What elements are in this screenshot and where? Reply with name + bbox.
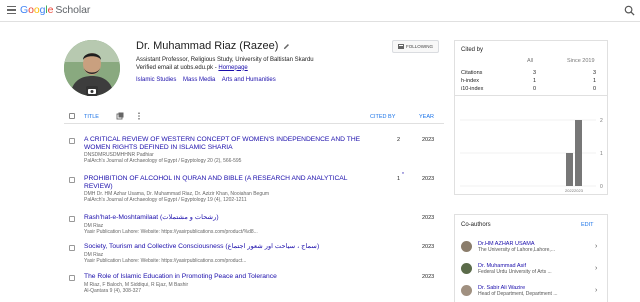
article-venue: Yasir Publication Lahore: Website: https… xyxy=(84,258,247,264)
article-title[interactable]: The Role of Islamic Education in Promoti… xyxy=(84,273,374,281)
profile-header: Dr. Muhammad Riaz (Razee) Assistant Prof… xyxy=(64,40,444,100)
sort-by-year[interactable]: YEAR xyxy=(419,114,434,120)
article-title[interactable]: Rash'hat-e-Moshtamilaat (رشحات و مشتملات… xyxy=(84,214,374,222)
merged-citation-star: * xyxy=(402,172,404,178)
coauthors-edit-button[interactable]: EDIT xyxy=(581,222,594,228)
col-all: All xyxy=(527,58,534,64)
articles-table-header: TITLE CITED BY YEAR xyxy=(64,110,444,124)
coauthor-avatar xyxy=(461,241,472,252)
cited-by-title: Cited by xyxy=(461,47,484,53)
coauthor-item[interactable]: Dr. Sabir Ali Wazire Head of Department,… xyxy=(461,285,603,299)
i10-index-all: 0 xyxy=(533,86,537,92)
select-all-checkbox[interactable] xyxy=(69,113,75,119)
article-year: 2023 xyxy=(422,244,435,250)
table-row: Rash'hat-e-Moshtamilaat (رشحات و مشتملات… xyxy=(64,214,444,236)
article-year: 2023 xyxy=(422,137,435,143)
interest-mass-media[interactable]: Mass Media xyxy=(183,77,215,83)
citations-chart: 2102022 2023 xyxy=(460,118,603,193)
cited-count[interactable]: 2 xyxy=(397,137,400,143)
article-title[interactable]: PROHIBITION OF ALCOHOL IN QURAN AND BIBL… xyxy=(84,175,374,190)
table-row: PROHIBITION OF ALCOHOL IN QURAN AND BIBL… xyxy=(64,172,444,209)
col-since: Since 2019 xyxy=(567,58,595,64)
coauthor-affiliation: Head of Department, Department ... xyxy=(478,291,558,297)
edit-pencil-icon[interactable] xyxy=(283,43,290,50)
coauthor-affiliation: Federal Urdu University of Arts ... xyxy=(478,269,552,275)
chevron-right-icon[interactable]: › xyxy=(595,265,597,272)
top-bar: Google Scholar xyxy=(0,0,640,22)
row-checkbox[interactable] xyxy=(69,275,75,281)
y-tick-label: 1 xyxy=(600,151,603,157)
article-venue: PalArch's Journal of Archaeology of Egyp… xyxy=(84,158,242,164)
sort-by-title[interactable]: TITLE xyxy=(84,114,99,120)
row-checkbox[interactable] xyxy=(69,177,75,183)
coauthors-title: Co-authors xyxy=(461,222,491,228)
sort-by-cited[interactable]: CITED BY xyxy=(370,114,395,120)
article-venue: Al-Qantara 9 (4), 308-327 xyxy=(84,288,141,294)
h-index-since: 1 xyxy=(593,78,597,84)
following-button[interactable]: FOLLOWING xyxy=(392,40,439,53)
profile-name: Dr. Muhammad Riaz (Razee) xyxy=(136,40,279,52)
h-index-all: 1 xyxy=(533,78,537,84)
y-tick-label: 2 xyxy=(600,118,603,124)
coauthors-panel: Co-authors EDIT Dr.HM AZHAR USAMA The Un… xyxy=(454,214,608,302)
row-checkbox[interactable] xyxy=(69,216,75,222)
article-year: 2023 xyxy=(422,274,435,280)
homepage-link[interactable]: Homepage xyxy=(218,65,247,71)
more-vert-icon[interactable] xyxy=(136,112,142,120)
chevron-right-icon[interactable]: › xyxy=(595,243,597,250)
profile-affiliation: Assistant Professor, Religious Study, Un… xyxy=(136,57,314,71)
citations-label[interactable]: Citations xyxy=(461,70,482,76)
article-title[interactable]: A CRITICAL REVIEW OF WESTERN CONCEPT OF … xyxy=(84,136,374,151)
menu-icon[interactable] xyxy=(7,6,16,15)
cited-count[interactable]: 1 xyxy=(397,176,400,182)
coauthor-affiliation: The University of Lahore,Lahore,... xyxy=(478,247,555,253)
google-scholar-logo[interactable]: Google Scholar xyxy=(20,4,90,16)
camera-icon[interactable] xyxy=(86,86,98,96)
article-venue: PalArch's Journal of Archaeology of Egyp… xyxy=(84,197,247,203)
follow-icon xyxy=(397,44,404,49)
table-row: A CRITICAL REVIEW OF WESTERN CONCEPT OF … xyxy=(64,136,444,170)
h-index-label[interactable]: h-index xyxy=(461,78,479,84)
table-row: The Role of Islamic Education in Promoti… xyxy=(64,273,444,299)
table-row: Society, Tourism and Collective Consciou… xyxy=(64,243,444,265)
coauthor-avatar xyxy=(461,285,472,296)
article-title[interactable]: Society, Tourism and Collective Consciou… xyxy=(84,243,374,251)
x-tick-label: 2023 xyxy=(574,188,584,193)
row-checkbox[interactable] xyxy=(69,245,75,251)
row-checkbox[interactable] xyxy=(69,138,75,144)
coauthor-avatar xyxy=(461,263,472,274)
interest-islamic-studies[interactable]: Islamic Studies xyxy=(136,77,176,83)
citation-bar-2022[interactable] xyxy=(566,153,573,186)
article-year: 2023 xyxy=(422,176,435,182)
article-venue: Yasir Publication Lahore: Website: https… xyxy=(84,229,258,235)
search-icon[interactable] xyxy=(624,5,635,16)
add-to-library-icon[interactable] xyxy=(116,112,124,120)
research-interests: Islamic Studies Mass Media Arts and Huma… xyxy=(136,77,281,83)
i10-index-label[interactable]: i10-index xyxy=(461,86,483,92)
citations-since: 3 xyxy=(593,70,597,76)
chevron-right-icon[interactable]: › xyxy=(595,287,597,294)
citation-bar-2023[interactable] xyxy=(575,120,582,186)
i10-index-since: 0 xyxy=(593,86,597,92)
divider xyxy=(455,95,607,96)
y-tick-label: 0 xyxy=(600,184,603,190)
coauthor-item[interactable]: Dr. Muhammad Asif Federal Urdu Universit… xyxy=(461,263,603,277)
interest-arts-humanities[interactable]: Arts and Humanities xyxy=(222,77,276,83)
coauthor-item[interactable]: Dr.HM AZHAR USAMA The University of Laho… xyxy=(461,241,603,255)
citations-all: 3 xyxy=(533,70,537,76)
article-year: 2023 xyxy=(422,215,435,221)
